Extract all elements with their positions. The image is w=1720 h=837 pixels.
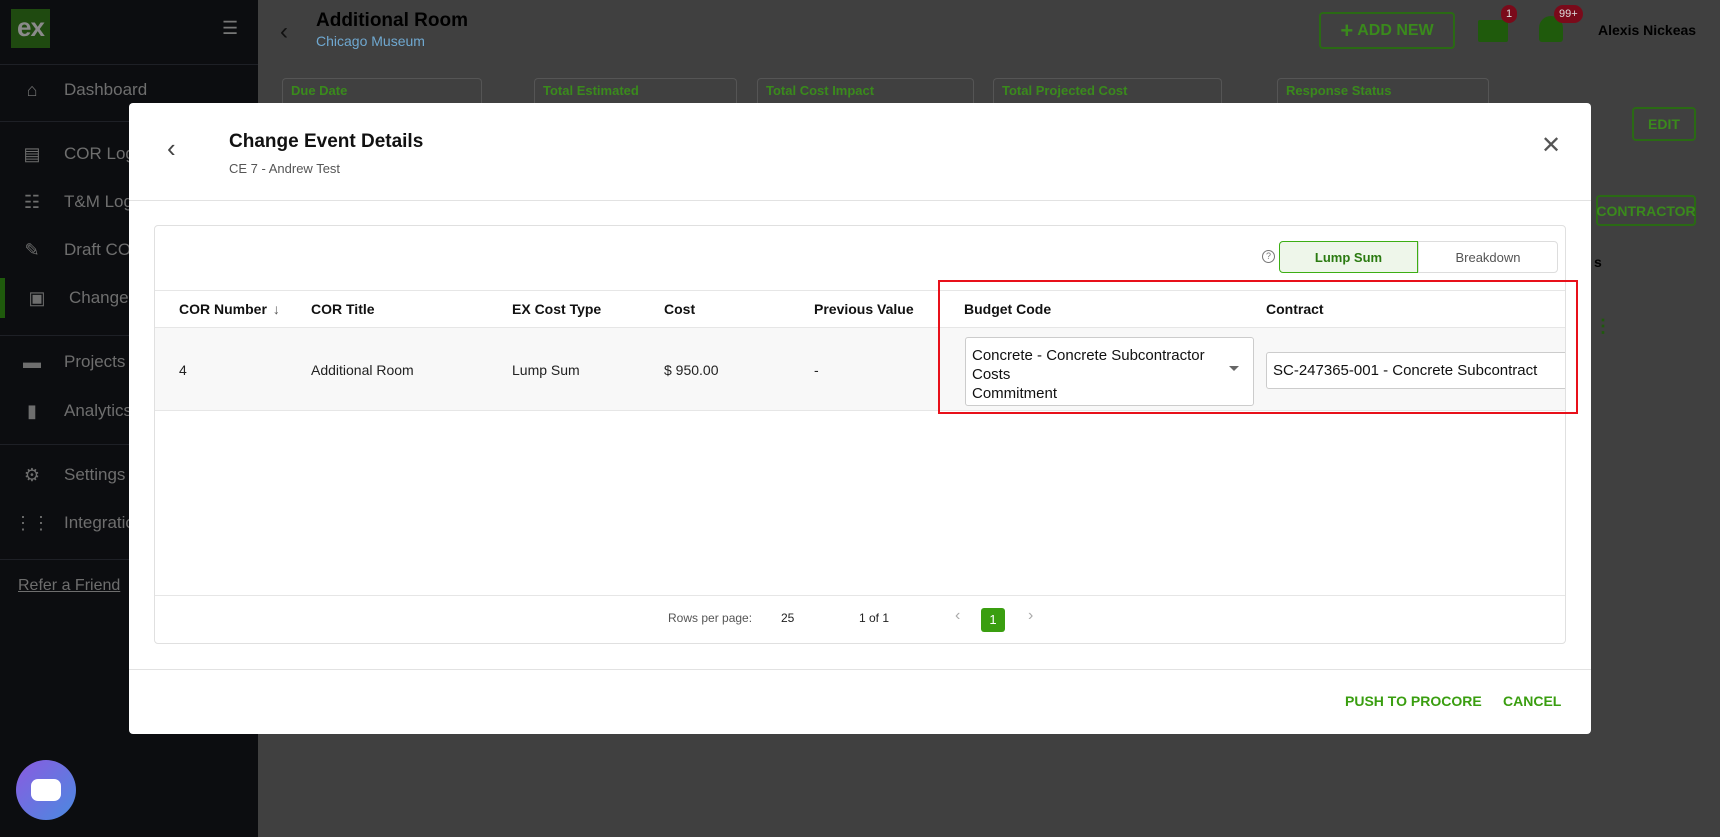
pencil-icon: ✎ (24, 239, 40, 260)
clipboard-icon: ▣ (28, 287, 46, 308)
total-cost-impact-card: Total Cost Impact (757, 78, 974, 103)
page-range: 1 of 1 (859, 611, 890, 625)
gear-icon: ⚙ (23, 464, 41, 485)
rows-per-page-label: Rows per page: (668, 611, 753, 625)
divider (129, 669, 1591, 670)
cell-cor-number: 4 (179, 361, 187, 378)
plus-icon: + (1340, 17, 1354, 43)
close-icon[interactable]: ✕ (1541, 131, 1561, 160)
divider (129, 200, 1591, 201)
cor-table-card: ? Lump Sum Breakdown COR Number ↓ COR Tit… (154, 225, 1566, 644)
back-icon[interactable]: ‹ (280, 18, 288, 46)
list-icon: ☷ (23, 191, 41, 212)
rows-per-page-select[interactable]: 25 (781, 611, 794, 625)
label: Dashboard (64, 80, 148, 99)
chat-button[interactable] (16, 760, 76, 820)
column-header-cost[interactable]: Cost (664, 290, 695, 328)
help-icon[interactable]: ? (1262, 250, 1275, 263)
budget-code-line: Costs (972, 366, 1011, 383)
contract-input[interactable]: SC-247365-001 - Concrete Subcontract (1266, 352, 1565, 389)
partial-text: s (1594, 254, 1602, 270)
contractor-button[interactable]: CONTRACTOR (1596, 195, 1696, 226)
response-status-card: Response Status (1277, 78, 1489, 103)
total-projected-cost-card: Total Projected Cost (993, 78, 1222, 103)
bar-chart-icon: ▮ (27, 400, 37, 421)
column-header-contract[interactable]: Contract (1266, 290, 1324, 328)
notification-badge: 99+ (1554, 5, 1583, 23)
change-event-details-dialog: ‹ Change Event Details CE 7 - Andrew Tes… (129, 103, 1591, 734)
column-header-cor-title[interactable]: COR Title (311, 290, 375, 328)
cell-previous-value: - (814, 361, 819, 378)
home-icon: ⌂ (26, 79, 38, 100)
dialog-title: Change Event Details (229, 131, 424, 152)
label: T&M Log (64, 192, 133, 211)
logo[interactable]: ex (11, 9, 50, 48)
mail-icon[interactable] (1478, 20, 1508, 42)
cell-cor-title: Additional Room (311, 361, 414, 378)
page-title: Additional Room (316, 10, 468, 31)
grid-icon: ⋮⋮ (14, 512, 50, 533)
cell-cost: $ 950.00 (664, 361, 719, 378)
divider (155, 595, 1565, 596)
edit-button[interactable]: EDIT (1632, 107, 1696, 141)
back-chevron-icon[interactable]: ‹ (167, 133, 176, 164)
total-estimated-card: Total Estimated (534, 78, 737, 103)
push-to-procore-button[interactable]: PUSH TO PROCORE (1345, 693, 1482, 709)
budget-code-line: Concrete - Concrete Subcontractor (972, 347, 1205, 364)
document-icon: ▤ (23, 143, 41, 164)
chat-bubble-icon (31, 779, 61, 801)
column-header-previous-value[interactable]: Previous Value (814, 290, 914, 328)
project-link[interactable]: Chicago Museum (316, 33, 425, 49)
briefcase-icon: ▬ (23, 351, 41, 372)
label: Analytics (64, 401, 133, 420)
column-header-budget-code[interactable]: Budget Code (964, 290, 1051, 328)
breakdown-toggle[interactable]: Breakdown (1418, 241, 1558, 273)
label: Projects (64, 352, 126, 371)
divider (0, 64, 258, 65)
page-1-button[interactable]: 1 (981, 608, 1005, 632)
next-page-icon[interactable]: › (1028, 607, 1033, 625)
budget-code-select[interactable]: Concrete - Concrete Subcontractor Costs … (965, 337, 1254, 406)
sort-arrow-down-icon[interactable]: ↓ (273, 301, 280, 317)
budget-code-type: Commitment (972, 385, 1058, 402)
due-date-card: Due Date (282, 78, 482, 103)
label: ADD NEW (1357, 21, 1434, 39)
column-header-ex-cost-type[interactable]: EX Cost Type (512, 290, 601, 328)
label: COR Number (179, 301, 267, 317)
collapse-menu-icon[interactable]: ☰ (222, 18, 238, 39)
lump-sum-toggle[interactable]: Lump Sum (1279, 241, 1418, 273)
prev-page-icon[interactable]: ‹ (955, 607, 960, 625)
cell-cost-type: Lump Sum (512, 361, 580, 378)
user-name[interactable]: Alexis Nickeas (1598, 22, 1696, 38)
column-header-cor-number[interactable]: COR Number ↓ (179, 290, 280, 328)
add-new-button[interactable]: + ADD NEW (1319, 12, 1455, 49)
label: Settings (64, 465, 126, 484)
label: COR Log (64, 144, 135, 163)
refer-a-friend-link[interactable]: Refer a Friend (18, 577, 120, 595)
kebab-menu-icon[interactable]: ⋮ (1594, 316, 1612, 337)
label: Integratio (64, 513, 135, 532)
dialog-subtitle: CE 7 - Andrew Test (229, 161, 341, 176)
cancel-button[interactable]: CANCEL (1503, 693, 1561, 709)
dropdown-arrow-icon (1229, 366, 1239, 371)
mail-badge: 1 (1501, 5, 1518, 23)
